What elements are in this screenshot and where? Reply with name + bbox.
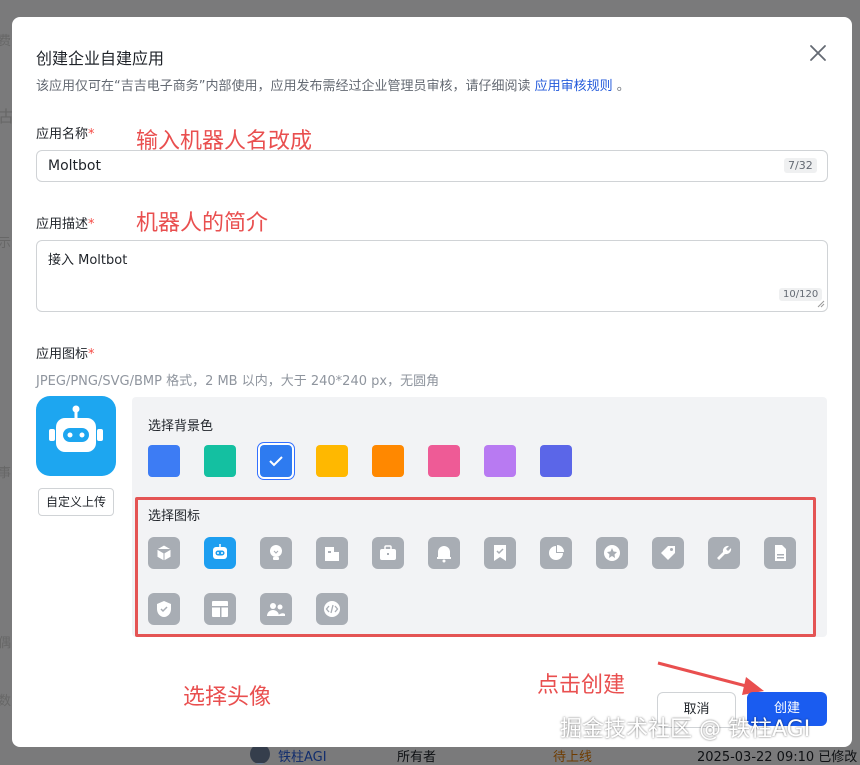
app-description-textarea[interactable]: 接入 Moltbot 10/120 (36, 240, 828, 312)
color-swatch[interactable] (372, 445, 404, 477)
color-swatch[interactable] (204, 445, 236, 477)
app-name-value: Moltbot (48, 158, 101, 174)
dialog-notice: 该应用仅可在“吉吉电子商务”内部使用，应用发布需经过企业管理员审核，请仔细阅读 … (36, 75, 630, 94)
robot-icon (49, 405, 103, 452)
required-mark: * (88, 347, 95, 362)
description-label: 应用描述* (36, 217, 95, 232)
color-swatch[interactable] (260, 445, 292, 477)
required-mark: * (88, 217, 95, 232)
notice-suffix: 。 (616, 79, 630, 94)
check-icon (269, 456, 283, 467)
color-swatch[interactable] (148, 445, 180, 477)
notice-text: 该应用仅可在“吉吉电子商务”内部使用，应用发布需经过企业管理员审核，请仔细阅读 (36, 79, 531, 94)
custom-upload-button[interactable]: 自定义上传 (38, 488, 114, 516)
annotation-avatar-hint: 选择头像 (183, 685, 272, 710)
color-swatch[interactable] (316, 445, 348, 477)
annotation-desc-hint: 机器人的简介 (136, 211, 269, 236)
create-app-dialog: 创建企业自建应用 该应用仅可在“吉吉电子商务”内部使用，应用发布需经过企业管理员… (12, 17, 852, 747)
watermark: 掘金技术社区 @ 铁柱AGI (560, 717, 811, 742)
icon-label: 应用图标* (36, 347, 95, 362)
review-rules-link[interactable]: 应用审核规则 (535, 79, 613, 94)
color-swatch[interactable] (484, 445, 516, 477)
bg-color-label: 选择背景色 (148, 419, 214, 434)
color-swatch[interactable] (428, 445, 460, 477)
close-icon[interactable] (808, 43, 828, 63)
required-mark: * (88, 127, 95, 142)
annotation-click-hint: 点击创建 (537, 673, 626, 698)
color-swatch[interactable] (540, 445, 572, 477)
app-description-value: 接入 Moltbot (48, 253, 128, 268)
app-name-input[interactable]: Moltbot 7/32 (36, 150, 828, 182)
annotation-highlight-box (135, 497, 816, 637)
name-char-counter: 7/32 (784, 158, 817, 173)
desc-char-counter: 10/120 (779, 288, 823, 301)
icon-format-hint: JPEG/PNG/SVG/BMP 格式，2 MB 以内，大于 240*240 p… (36, 374, 440, 389)
dialog-title: 创建企业自建应用 (36, 49, 165, 68)
app-icon-preview (36, 396, 116, 476)
name-label: 应用名称* (36, 127, 95, 142)
resize-handle-icon[interactable] (817, 300, 825, 308)
